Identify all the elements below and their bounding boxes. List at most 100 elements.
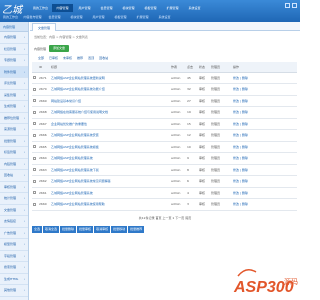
article-title-link[interactable]: 乙城网络ASP企业网站管理系统更新说明 [50,72,170,84]
sub-nav-item[interactable]: 我的工作台 [0,14,21,21]
bulk-action-button[interactable]: 取消全选 [43,225,60,233]
close-icon[interactable] [292,3,297,8]
tab-article-manage[interactable]: 文章管理 [32,23,57,31]
sidebar-item[interactable]: 回收站 › [0,170,28,182]
article-title-link[interactable]: 乙城网络ASP企业网站管理系统下载 [50,164,170,176]
bulk-action-button[interactable]: 批量删除 [60,225,77,233]
sub-nav-item[interactable]: 模块管理 [66,14,87,21]
table-row: 2668 乙城网络在线客服系统介绍与使用说明文档 admin 19 审核 管理员 修改 | … [32,106,297,119]
sidebar-item[interactable]: 审核管理 › [0,182,28,193]
article-title-link[interactable]: 乙城网络ASP企业网站管理系统模板 [50,141,170,153]
article-title-link[interactable]: 乙城网络ASP企业网站管理系统 [50,187,170,199]
filter-link[interactable]: 已审核 [49,56,58,60]
article-title-link[interactable]: 网站建设基本常识介绍 [50,95,170,107]
sidebar-item[interactable]: 采集管理 › [0,90,28,101]
article-title-link[interactable]: 乙城网络ASP企业网站管理系统功能介绍 [50,83,170,96]
row-actions[interactable]: 修改 | 删除 [232,152,297,165]
row-actions[interactable]: 修改 | 删除 [232,118,297,130]
article-table: ID 标题 作者 点击 状态 管理员 操作 2671 乙城网络ASP企业网站管理系统更新说明 a… [32,62,297,211]
sub-nav-item[interactable]: 模板管理 [110,14,131,21]
column-header: 操作 [232,62,297,73]
article-title-link[interactable]: 乙城网络在线客服系统介绍与使用说明文档 [50,106,170,119]
bulk-action-button[interactable]: 批量审核 [77,225,94,233]
article-title-link[interactable]: 乙城网络ASP企业网站管理系统使用帮助 [50,198,170,211]
sidebar-item[interactable]: 搜索管理 › [0,262,28,274]
top-nav-item[interactable]: 我的工作台 [30,4,51,12]
top-nav-item[interactable]: 用户管理 [74,4,95,12]
row-checkbox[interactable] [33,99,36,103]
row-checkbox[interactable] [33,191,36,195]
sidebar-item[interactable]: 广告管理 › [0,228,28,239]
sidebar-item[interactable]: 内容管理 › [0,32,28,44]
top-nav-item[interactable]: 扩展管理 [162,4,183,12]
sidebar-item[interactable]: 栏目管理 › [0,44,28,55]
row-checkbox[interactable] [33,133,36,137]
pagination[interactable]: 共12条记录 首页 上一页 1 下一页 尾页 [30,213,300,223]
sidebar-item[interactable]: 评论管理 › [0,78,28,90]
sub-nav-item[interactable]: 扩展管理 [132,14,153,21]
filter-link[interactable]: 全部 [38,56,44,60]
row-actions[interactable]: 修改 | 删除 [232,72,297,84]
sidebar-item[interactable]: 生成管理 › [0,101,28,113]
sub-nav-item[interactable]: 系统设置 [154,14,175,21]
row-checkbox[interactable] [33,179,36,183]
top-nav-item[interactable]: 内容管理 [52,4,73,12]
row-actions[interactable]: 修改 | 删除 [232,95,297,107]
row-actions[interactable]: 修改 | 删除 [232,83,297,96]
row-actions[interactable]: 修改 | 删除 [232,175,297,188]
sidebar-item[interactable]: 模型管理 › [0,239,28,251]
top-nav-item[interactable]: 模板管理 [140,4,161,12]
filter-link[interactable]: 回收站 [99,56,108,60]
sidebar-item[interactable]: 友情链接 › [0,216,28,228]
row-actions[interactable]: 修改 | 删除 [232,129,297,142]
sidebar-item[interactable]: 推荐位管理 › [0,113,28,124]
row-checkbox[interactable] [33,122,36,126]
sidebar-item[interactable]: 其他管理 › [0,285,28,297]
article-admin: 管理员 [210,152,232,165]
row-actions[interactable]: 修改 | 删除 [232,141,297,153]
filter-link[interactable]: 置顶 [88,56,94,60]
article-status: 审核 [198,141,210,153]
row-checkbox[interactable] [33,76,36,80]
row-checkbox[interactable] [33,110,36,114]
bulk-action-button[interactable]: 取消审核 [94,225,111,233]
row-actions[interactable]: 修改 | 删除 [232,187,297,199]
row-checkbox[interactable] [33,202,36,206]
sidebar-item[interactable]: 来源管理 › [0,124,28,136]
sidebar-item[interactable]: 附件管理 › [0,66,28,78]
sub-nav-item[interactable]: 内容发布管理 [22,14,43,21]
sidebar-item[interactable]: 字段管理 › [0,251,28,262]
sidebar-item[interactable]: 统计管理 › [0,193,28,205]
row-checkbox[interactable] [33,168,36,172]
sidebar-item[interactable]: 标签管理 › [0,147,28,159]
bulk-action-button[interactable]: 全选 [32,225,43,233]
sidebar-item[interactable]: 专题管理 › [0,55,28,67]
add-article-button[interactable]: 添加文章 [49,45,70,52]
row-actions[interactable]: 修改 | 删除 [232,198,297,211]
sidebar-item[interactable]: 内链管理 › [0,159,28,170]
filter-link[interactable]: 未审核 [63,56,72,60]
sub-nav-item[interactable]: 用户管理 [88,14,109,21]
bulk-action-button[interactable]: 批量推荐 [128,225,145,233]
article-title-link[interactable]: 乙城网络ASP企业网站管理系统常见问题解答 [50,175,170,188]
article-title-link[interactable]: 乙城网络ASP企业网站管理系统 [50,152,170,165]
sidebar-item[interactable]: 生成HTML › [0,274,28,285]
bulk-action-button[interactable]: 批量移动 [111,225,128,233]
sidebar-item[interactable]: 文章管理 › [0,205,28,216]
row-actions[interactable]: 修改 | 删除 [232,164,297,176]
article-title-link[interactable]: 乙城网络ASP企业网站管理系统安装 [50,129,170,142]
filter-link[interactable]: 推荐 [77,56,83,60]
sub-nav-item[interactable]: 会员管理 [44,14,65,21]
top-nav-item[interactable]: 系统设置 [184,4,205,12]
sidebar-item[interactable]: 批量管理 › [0,136,28,147]
row-checkbox[interactable] [33,145,36,149]
article-title-link[interactable]: 企业网站优化推广的重要性 [50,118,170,130]
row-checkbox[interactable] [33,156,36,160]
top-nav-item[interactable]: 模块管理 [118,4,139,12]
row-actions[interactable]: 修改 | 删除 [232,106,297,119]
home-icon[interactable] [285,3,290,8]
top-nav-item[interactable]: 会员管理 [96,4,117,12]
table-row: 2666 乙城网络ASP企业网站管理系统安装 admin 12 审核 管理员 修改 | 删除 [32,129,297,142]
row-checkbox[interactable] [33,87,36,91]
column-header: 标题 [50,62,170,73]
